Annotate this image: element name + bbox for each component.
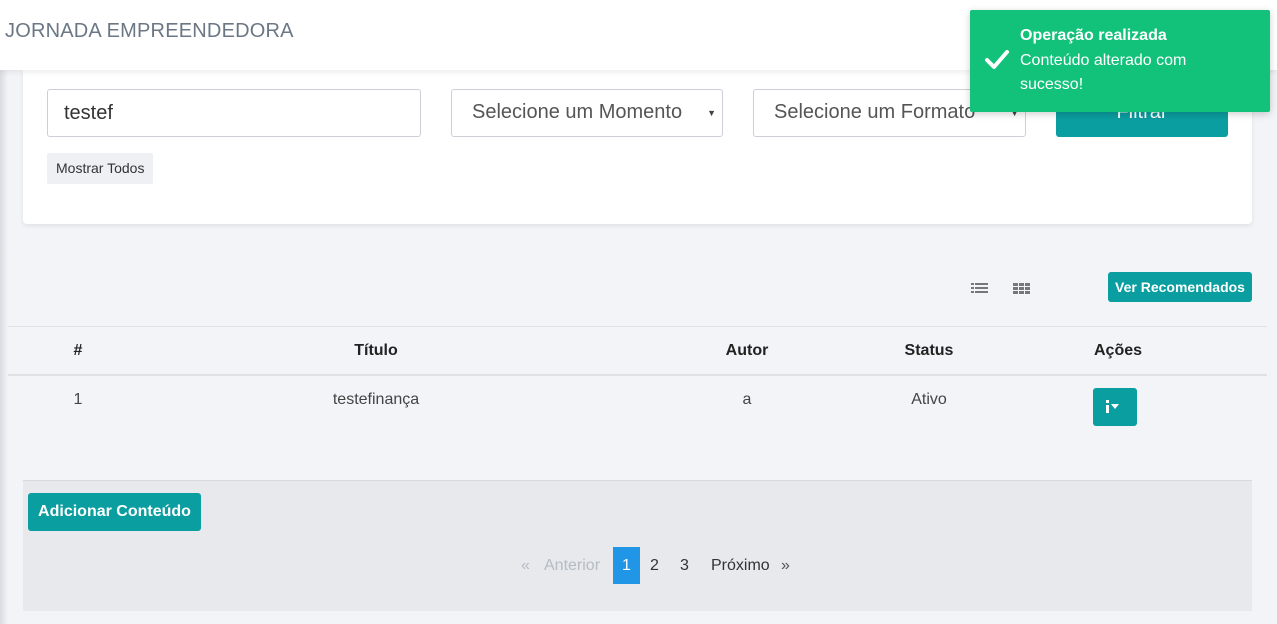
toast-title: Operação realizada [1020, 27, 1167, 44]
show-all-button[interactable]: Mostrar Todos [47, 153, 154, 184]
header-number: # [73, 342, 83, 359]
cell-status: Ativo [911, 391, 947, 408]
content-table: # Título Autor Status Ações 1 testefinan… [8, 326, 1267, 436]
check-icon [985, 50, 1009, 69]
grid-view-icon[interactable] [1013, 282, 1030, 296]
search-input[interactable] [47, 89, 421, 137]
prev-page-link: Anterior [544, 557, 601, 574]
next-page-link[interactable]: Próximo [711, 547, 770, 584]
add-content-button[interactable]: Adicionar Conteúdo [28, 493, 201, 531]
formato-select-value: Selecione um Formato [774, 101, 976, 123]
table-row: 1 testefinança a Ativo [8, 376, 1267, 436]
toast-message: Conteúdo alterado com sucesso! [1020, 52, 1187, 93]
momento-select-value: Selecione um Momento [472, 101, 683, 123]
momento-select[interactable]: Selecione um Momento ▼ [451, 89, 723, 137]
header-title: Título [354, 342, 398, 359]
page-link-3[interactable]: 3 [680, 547, 689, 584]
cell-title: testefinança [332, 391, 420, 408]
caret-down-icon: ▼ [707, 108, 716, 118]
header-author: Autor [725, 342, 769, 359]
page-link-2[interactable]: 2 [650, 547, 659, 584]
cell-author: a [742, 391, 752, 408]
list-view-icon[interactable] [971, 282, 988, 296]
cell-number: 1 [73, 391, 83, 408]
recommended-button[interactable]: Ver Recomendados [1108, 272, 1252, 302]
prev-arrow: « [521, 557, 530, 574]
next-arrow[interactable]: » [781, 547, 790, 584]
header-status: Status [904, 342, 954, 359]
table-footer: Adicionar Conteúdo « Anterior 1 2 3 Próx… [23, 480, 1252, 611]
actions-dropdown-button[interactable] [1093, 388, 1137, 426]
app-title: JORNADA EMPREENDEDORA [5, 20, 294, 42]
info-dropdown-icon [1106, 400, 1119, 413]
header-actions: Ações [1093, 342, 1143, 359]
table-header: # Título Autor Status Ações [8, 326, 1267, 376]
success-toast[interactable]: Operação realizada Conteúdo alterado com… [970, 10, 1270, 112]
left-edge-shadow [0, 0, 8, 624]
page-link-1[interactable]: 1 [613, 547, 640, 584]
